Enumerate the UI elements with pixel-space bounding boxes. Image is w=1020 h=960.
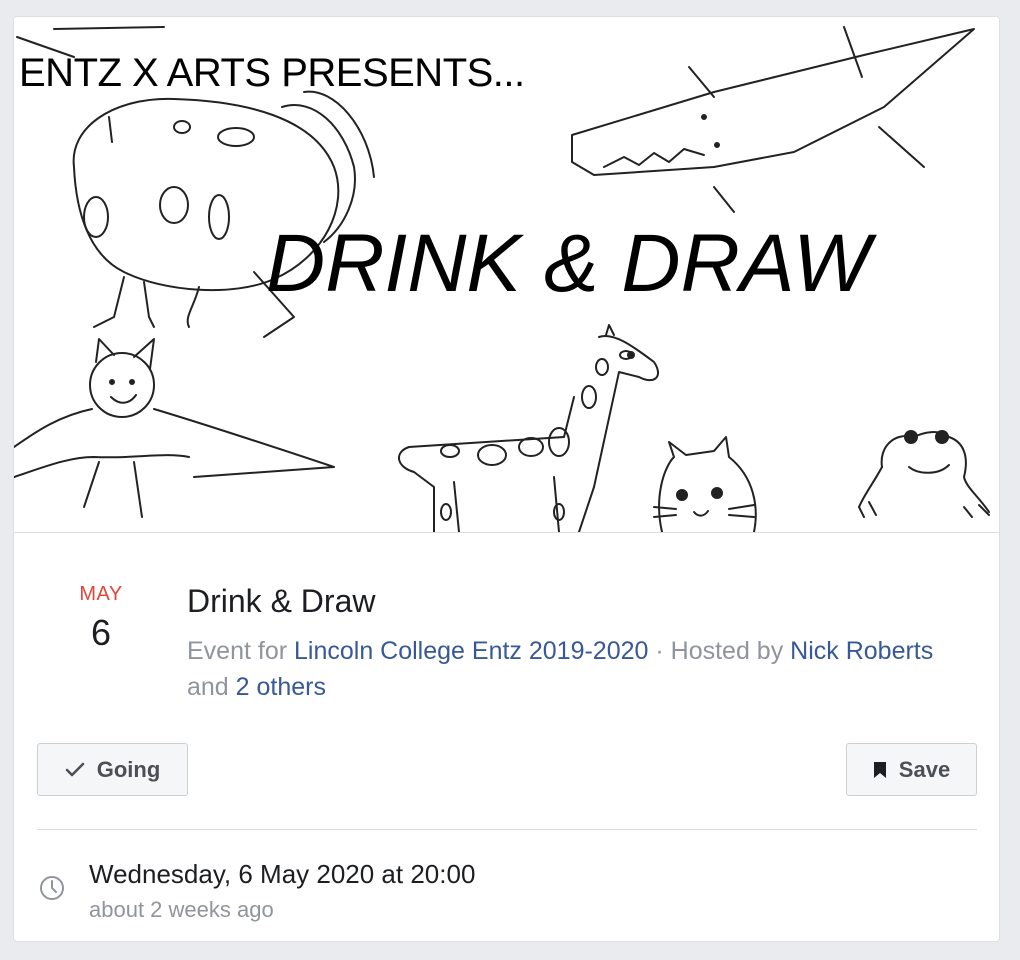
others-link[interactable]: 2 others — [236, 673, 326, 701]
going-button[interactable]: Going — [37, 743, 188, 796]
group-link[interactable]: Lincoln College Entz 2019-2020 — [294, 637, 648, 665]
clock-icon — [39, 875, 65, 906]
giraffe-doodle — [398, 324, 659, 532]
meta-hosted-by: · Hosted by — [648, 637, 791, 665]
event-date-block: MAY 6 — [61, 583, 141, 654]
host-link[interactable]: Nick Roberts — [790, 637, 933, 665]
cover-presents-text: ENTZ X ARTS PRESENTS... — [19, 51, 525, 95]
crocodile-doodle — [571, 26, 975, 213]
checkmark-icon — [65, 762, 85, 778]
save-button[interactable]: Save — [846, 743, 977, 796]
cover-title-text: DRINK & DRAW — [266, 218, 871, 309]
event-meta: Event for Lincoln College Entz 2019-2020… — [187, 633, 967, 705]
bat-cat-doodle — [14, 338, 335, 518]
meta-and: and — [187, 673, 236, 701]
divider — [37, 829, 977, 830]
frog-sunglasses-doodle — [858, 430, 990, 518]
event-title[interactable]: Drink & Draw — [187, 583, 375, 620]
save-label: Save — [898, 756, 951, 782]
event-datetime[interactable]: Wednesday, 6 May 2020 at 20:00 — [89, 859, 475, 890]
event-month: MAY — [79, 583, 123, 605]
meta-prefix: Event for — [187, 637, 294, 665]
hamster-doodle — [653, 436, 757, 532]
going-label: Going — [96, 756, 161, 782]
bookmark-icon — [873, 761, 887, 779]
event-day: 6 — [90, 612, 112, 653]
event-cover-image[interactable]: ENTZ X ARTS PRESENTS... DRINK & DRAW — [14, 17, 999, 533]
event-relative-time: about 2 weeks ago — [89, 897, 274, 922]
event-card: ENTZ X ARTS PRESENTS... DRINK & DRAW MAY… — [13, 16, 1000, 942]
